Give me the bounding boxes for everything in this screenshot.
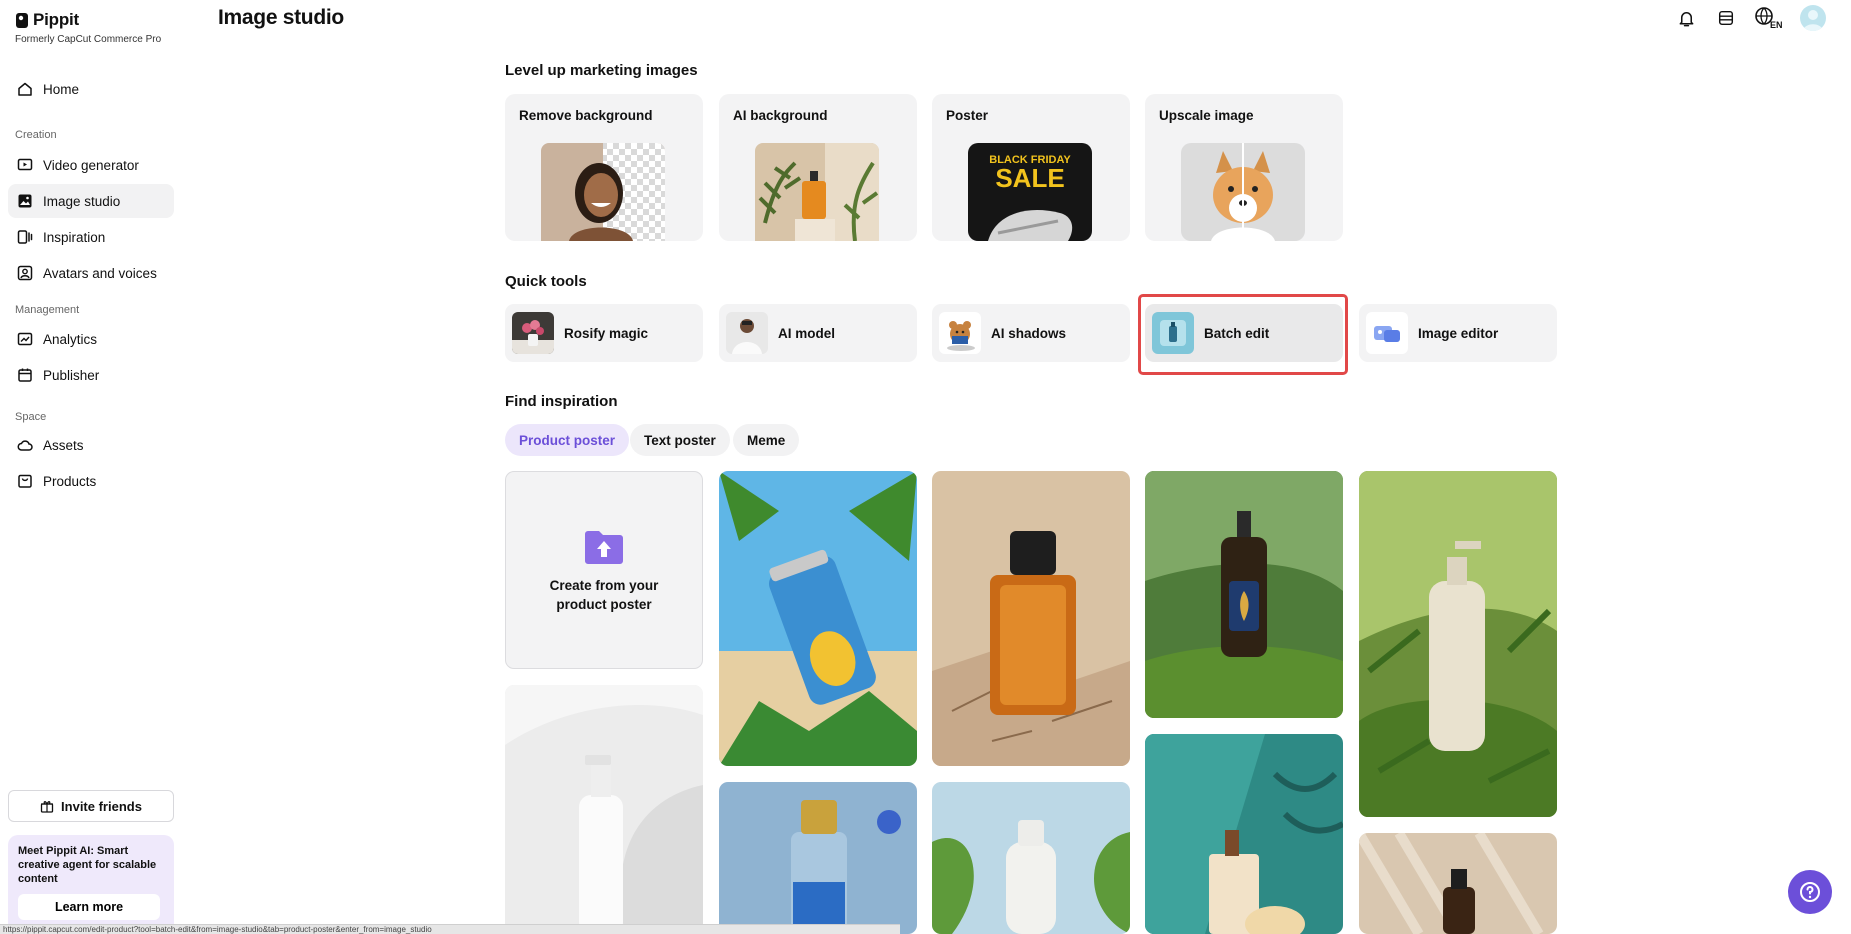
rosify-magic-thumbnail	[512, 312, 554, 354]
feature-label: Remove background	[519, 108, 653, 123]
ai-shadows-thumbnail	[939, 312, 981, 354]
upload-folder-icon	[585, 531, 623, 564]
tool-image-editor[interactable]: Image editor	[1359, 304, 1557, 362]
invite-friends-button[interactable]: Invite friends	[8, 790, 174, 822]
inspiration-tile[interactable]	[719, 782, 917, 934]
language-globe-icon[interactable]: EN	[1754, 6, 1784, 30]
sidebar-item-assets[interactable]: Assets	[8, 428, 174, 462]
remove-background-thumbnail	[541, 143, 665, 241]
sidebar-item-products[interactable]: Products	[8, 464, 174, 498]
inspiration-title: Find inspiration	[505, 393, 618, 410]
avatar-icon	[16, 264, 34, 282]
status-bar-url: https://pippit.capcut.com/edit-product?t…	[0, 924, 900, 934]
chip-meme[interactable]: Meme	[733, 424, 800, 456]
image-studio-icon	[16, 192, 34, 210]
sidebar-item-label: Analytics	[43, 331, 98, 347]
inspiration-tile[interactable]	[719, 471, 917, 766]
inspiration-tile[interactable]	[932, 471, 1130, 766]
feature-card-poster[interactable]: Poster BLACK FRIDAY SALE	[932, 94, 1130, 241]
user-avatar[interactable]	[1800, 5, 1826, 31]
section-management: Management	[15, 304, 80, 316]
inbox-icon[interactable]	[1714, 6, 1738, 30]
create-from-product-poster-tile[interactable]: Create from your product poster	[505, 471, 703, 669]
brand[interactable]: Pippit Formerly CapCut Commerce Pro	[15, 10, 161, 45]
sidebar-item-label: Image studio	[43, 193, 121, 209]
sidebar-item-video-generator[interactable]: Video generator	[8, 148, 174, 182]
chip-product-poster[interactable]: Product poster	[505, 424, 630, 456]
help-question-icon	[1800, 882, 1820, 902]
inspiration-tile[interactable]	[1359, 833, 1557, 934]
header-actions: EN	[1674, 5, 1826, 31]
gift-icon	[40, 801, 54, 813]
tool-label: Rosify magic	[564, 325, 649, 341]
inspiration-tile[interactable]	[932, 782, 1130, 934]
language-badge: EN	[1770, 20, 1783, 30]
promo-card: Meet Pippit AI: Smart creative agent for…	[8, 835, 174, 934]
tool-label: Image editor	[1418, 325, 1499, 341]
tool-label: Batch edit	[1204, 325, 1270, 341]
sidebar-item-home[interactable]: Home	[8, 72, 174, 106]
cloud-icon	[16, 436, 34, 454]
batch-edit-thumbnail	[1152, 312, 1194, 354]
sidebar-item-label: Products	[43, 473, 97, 489]
sidebar-item-label: Assets	[43, 437, 84, 453]
sidebar-item-label: Inspiration	[43, 229, 106, 245]
sidebar-item-label: Publisher	[43, 367, 100, 383]
tool-ai-model[interactable]: AI model	[719, 304, 917, 362]
ai-background-thumbnail	[755, 143, 879, 241]
marketing-section-title: Level up marketing images	[505, 62, 698, 79]
inspiration-tile[interactable]	[1145, 471, 1343, 718]
tool-label: AI shadows	[991, 325, 1067, 341]
inspiration-tile[interactable]	[1145, 734, 1343, 934]
help-button[interactable]	[1788, 870, 1832, 914]
notification-bell-icon[interactable]	[1674, 6, 1698, 30]
tool-batch-edit[interactable]: Batch edit	[1145, 304, 1343, 362]
inspiration-tile[interactable]	[1359, 471, 1557, 817]
create-tile-text: Create from your product poster	[549, 578, 659, 612]
ai-model-thumbnail	[726, 312, 768, 354]
analytics-icon	[16, 330, 34, 348]
tool-label: AI model	[778, 325, 836, 341]
sidebar-item-label: Avatars and voices	[43, 265, 157, 281]
page-title: Image studio	[218, 6, 344, 29]
sidebar-item-image-studio[interactable]: Image studio	[8, 184, 174, 218]
tool-ai-shadows[interactable]: AI shadows	[932, 304, 1130, 362]
feature-label: Poster	[946, 108, 989, 123]
sidebar: Pippit Formerly CapCut Commerce Pro Home…	[0, 0, 186, 934]
feature-card-ai-background[interactable]: AI background	[719, 94, 917, 241]
section-creation: Creation	[15, 129, 57, 141]
sidebar-item-publisher[interactable]: Publisher	[8, 358, 174, 392]
sidebar-item-analytics[interactable]: Analytics	[8, 322, 174, 356]
chip-text-poster[interactable]: Text poster	[630, 424, 730, 456]
sidebar-item-avatars[interactable]: Avatars and voices	[8, 256, 174, 290]
upscale-image-thumbnail	[1181, 143, 1305, 241]
inspiration-tile[interactable]	[505, 685, 703, 934]
feature-card-upscale-image[interactable]: Upscale image	[1145, 94, 1343, 241]
calendar-icon	[16, 366, 34, 384]
video-generator-icon	[16, 156, 34, 174]
image-editor-thumbnail	[1366, 312, 1408, 354]
home-icon	[16, 80, 34, 98]
tool-rosify-magic[interactable]: Rosify magic	[505, 304, 703, 362]
feature-label: Upscale image	[1159, 108, 1254, 123]
quick-tools-title: Quick tools	[505, 273, 587, 290]
product-box-icon	[16, 472, 34, 490]
brand-subtitle: Formerly CapCut Commerce Pro	[15, 34, 162, 45]
feature-card-remove-background[interactable]: Remove background	[505, 94, 703, 241]
section-space: Space	[15, 411, 47, 423]
pippit-logo-icon	[16, 12, 28, 28]
inspiration-icon	[16, 228, 34, 246]
invite-friends-label: Invite friends	[61, 798, 142, 814]
poster-thumbnail: BLACK FRIDAY SALE	[968, 143, 1092, 241]
feature-label: AI background	[733, 108, 828, 123]
promo-text: Meet Pippit AI: Smart creative agent for…	[18, 845, 157, 885]
sidebar-item-label: Home	[43, 81, 80, 97]
sidebar-item-inspiration[interactable]: Inspiration	[8, 220, 174, 254]
learn-more-button[interactable]: Learn more	[18, 894, 160, 920]
brand-name: Pippit	[33, 10, 80, 29]
sidebar-item-label: Video generator	[43, 157, 139, 173]
poster-art-text-2: SALE	[995, 163, 1064, 193]
